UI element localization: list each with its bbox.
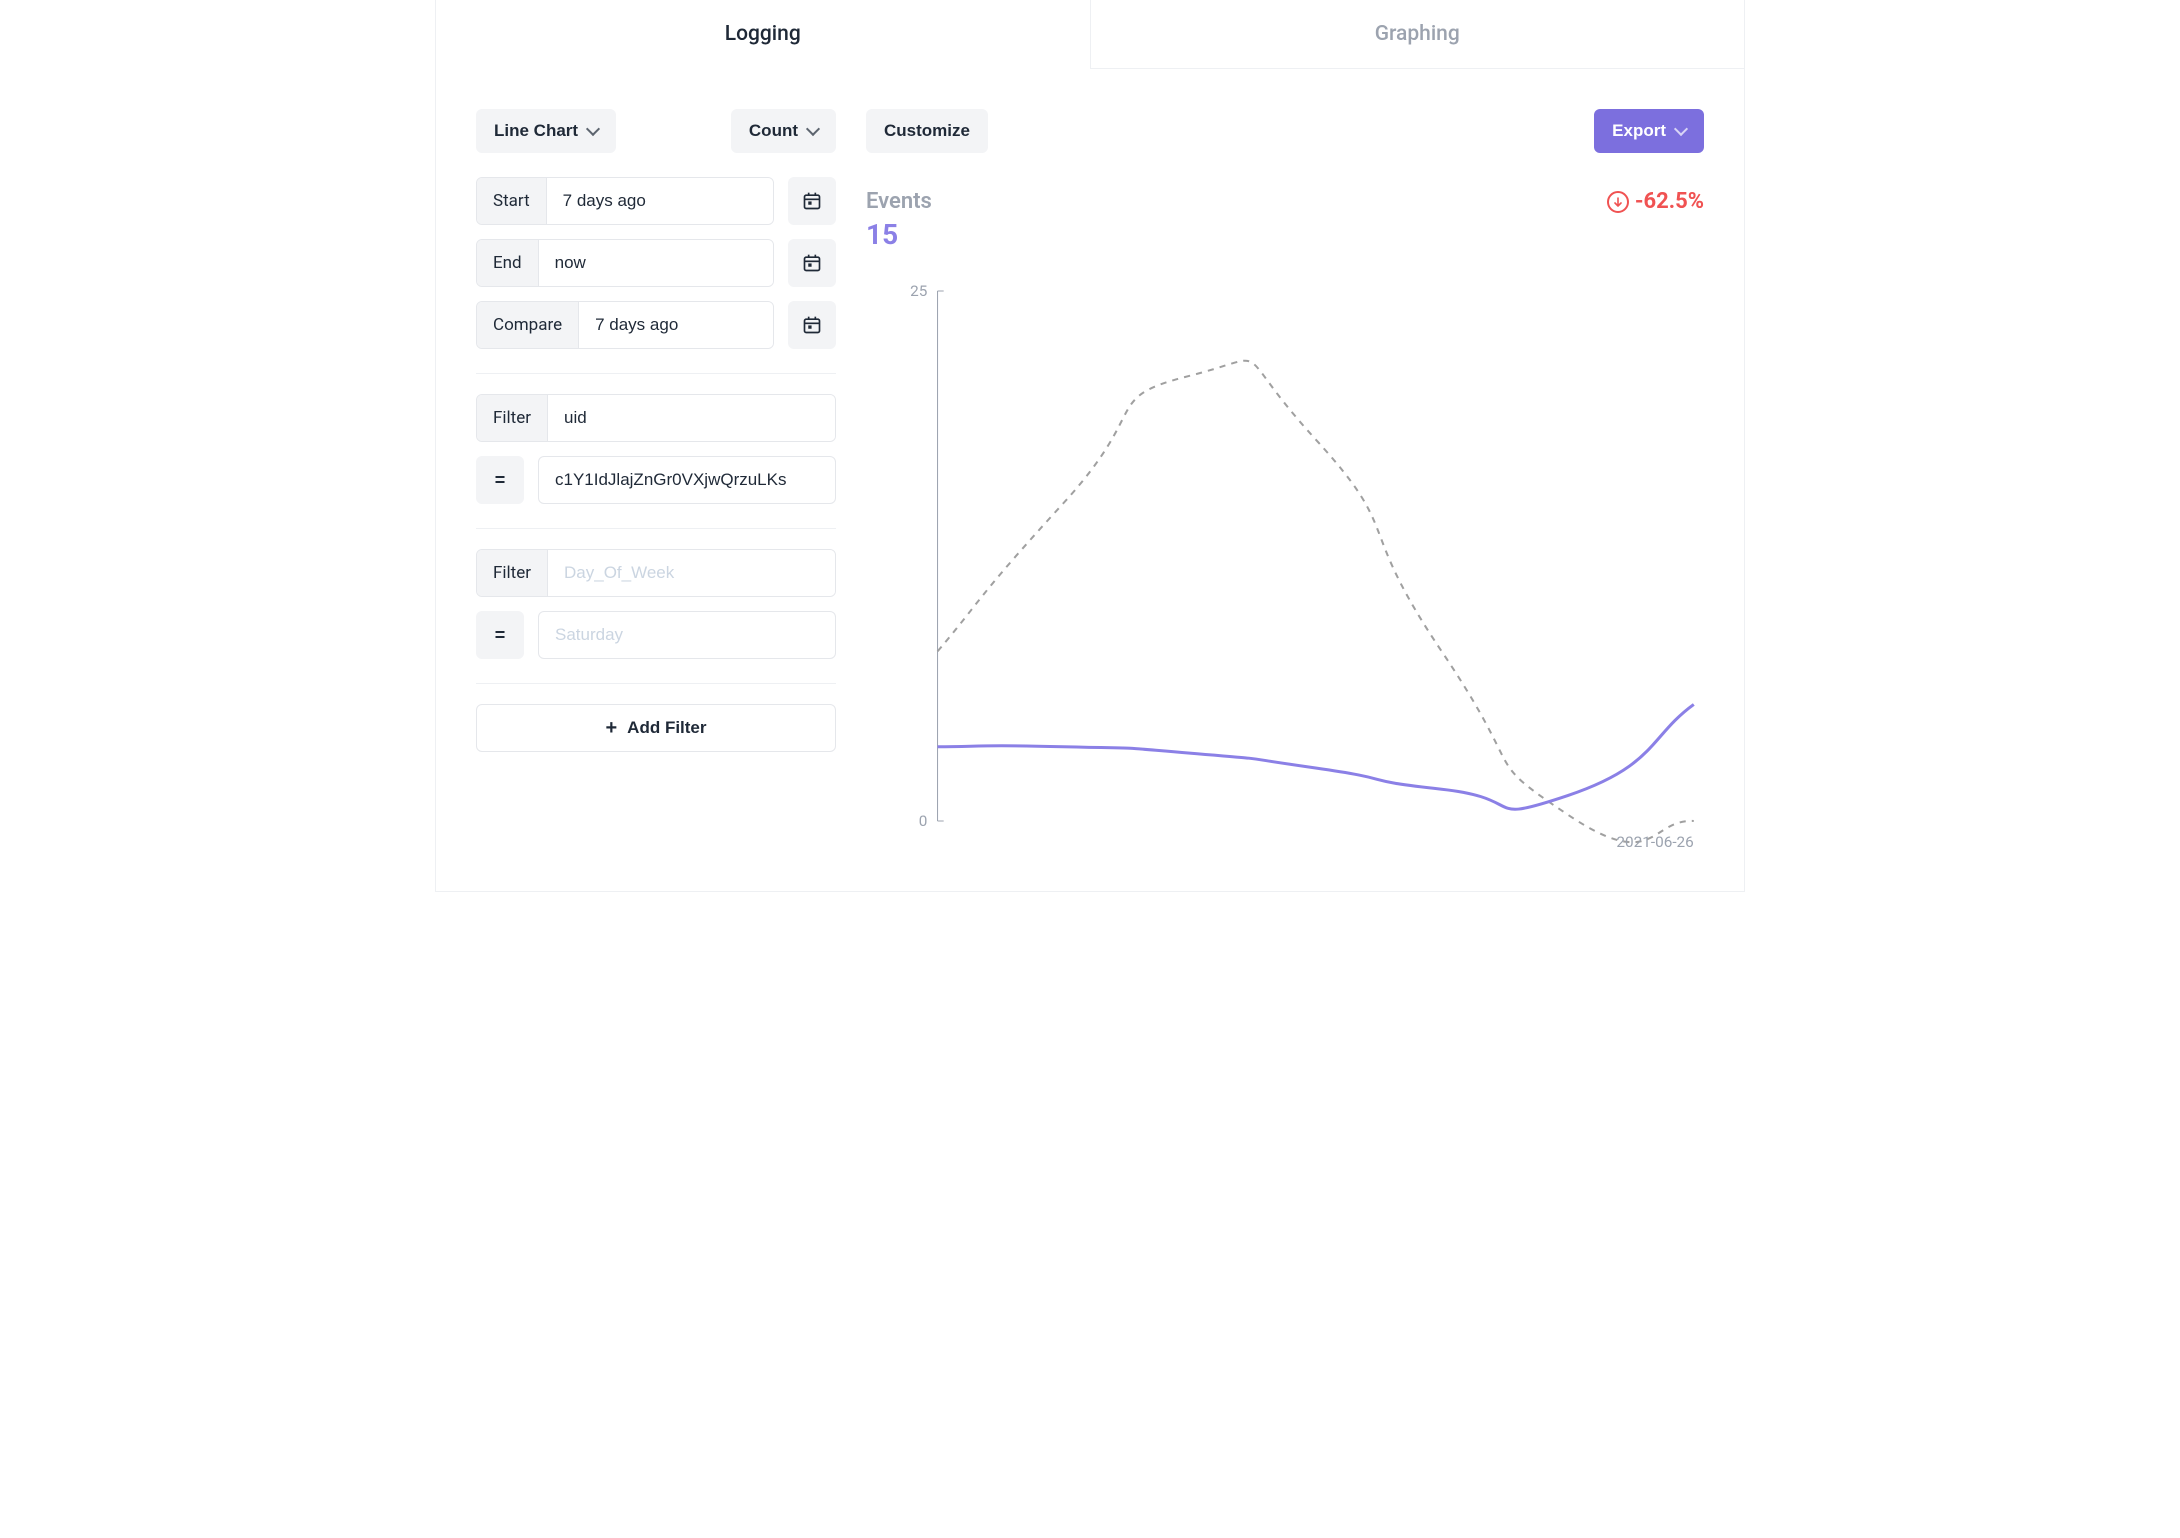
sidebar: Line Chart Count Start E bbox=[476, 109, 866, 851]
end-input[interactable] bbox=[539, 240, 774, 286]
divider bbox=[476, 373, 836, 374]
divider bbox=[476, 683, 836, 684]
filter-key-input[interactable] bbox=[548, 395, 835, 441]
plus-icon: + bbox=[605, 718, 617, 738]
metric-value: 15 bbox=[866, 218, 932, 251]
svg-text:25: 25 bbox=[910, 282, 927, 300]
start-label: Start bbox=[477, 178, 547, 224]
divider bbox=[476, 528, 836, 529]
chart-type-label: Line Chart bbox=[494, 121, 578, 141]
aggregation-label: Count bbox=[749, 121, 798, 141]
metric-label: Events bbox=[866, 189, 932, 214]
main: Customize Export Events 15 -62.5% bbox=[866, 109, 1704, 851]
aggregation-dropdown[interactable]: Count bbox=[731, 109, 836, 153]
chart-type-dropdown[interactable]: Line Chart bbox=[476, 109, 616, 153]
calendar-icon bbox=[802, 253, 822, 273]
filter-operator-button[interactable]: = bbox=[476, 611, 524, 659]
content: Line Chart Count Start E bbox=[436, 69, 1744, 891]
app-panel: Logging Graphing Line Chart Count Start bbox=[435, 0, 1745, 892]
add-filter-button[interactable]: + Add Filter bbox=[476, 704, 836, 752]
export-label: Export bbox=[1612, 121, 1666, 141]
compare-date-field: Compare bbox=[476, 301, 774, 349]
chevron-down-icon bbox=[586, 122, 600, 136]
export-button[interactable]: Export bbox=[1594, 109, 1704, 153]
arrow-down-circle-icon bbox=[1607, 191, 1629, 213]
compare-label: Compare bbox=[477, 302, 579, 348]
start-date-field: Start bbox=[476, 177, 774, 225]
tab-bar: Logging Graphing bbox=[436, 0, 1744, 69]
end-datepicker-button[interactable] bbox=[788, 239, 836, 287]
metric-delta: -62.5% bbox=[1607, 189, 1704, 214]
filter-key-field: Filter bbox=[476, 549, 836, 597]
customize-button[interactable]: Customize bbox=[866, 109, 988, 153]
filter-label: Filter bbox=[477, 395, 548, 441]
chart-svg: 0 25 2021-06-26 bbox=[866, 281, 1704, 851]
start-datepicker-button[interactable] bbox=[788, 177, 836, 225]
chevron-down-icon bbox=[806, 122, 820, 136]
chart: 0 25 2021-06-26 bbox=[866, 281, 1704, 851]
chevron-down-icon bbox=[1674, 122, 1688, 136]
filter-label: Filter bbox=[477, 550, 548, 596]
customize-label: Customize bbox=[884, 121, 970, 141]
filter-value-input[interactable] bbox=[538, 456, 836, 504]
tab-graphing[interactable]: Graphing bbox=[1090, 0, 1745, 69]
filter-key-input[interactable] bbox=[548, 550, 835, 596]
start-input[interactable] bbox=[547, 178, 774, 224]
end-date-field: End bbox=[476, 239, 774, 287]
metric-delta-value: -62.5% bbox=[1635, 189, 1704, 214]
add-filter-label: Add Filter bbox=[627, 718, 706, 738]
filter-operator-button[interactable]: = bbox=[476, 456, 524, 504]
calendar-icon bbox=[802, 315, 822, 335]
metric-block: Events 15 -62.5% bbox=[866, 189, 1704, 251]
svg-text:2021-06-26: 2021-06-26 bbox=[1616, 833, 1693, 851]
end-label: End bbox=[477, 240, 539, 286]
calendar-icon bbox=[802, 191, 822, 211]
tab-logging[interactable]: Logging bbox=[436, 0, 1090, 69]
svg-text:0: 0 bbox=[919, 812, 928, 830]
filter-value-input[interactable] bbox=[538, 611, 836, 659]
compare-input[interactable] bbox=[579, 302, 774, 348]
compare-datepicker-button[interactable] bbox=[788, 301, 836, 349]
filter-key-field: Filter bbox=[476, 394, 836, 442]
